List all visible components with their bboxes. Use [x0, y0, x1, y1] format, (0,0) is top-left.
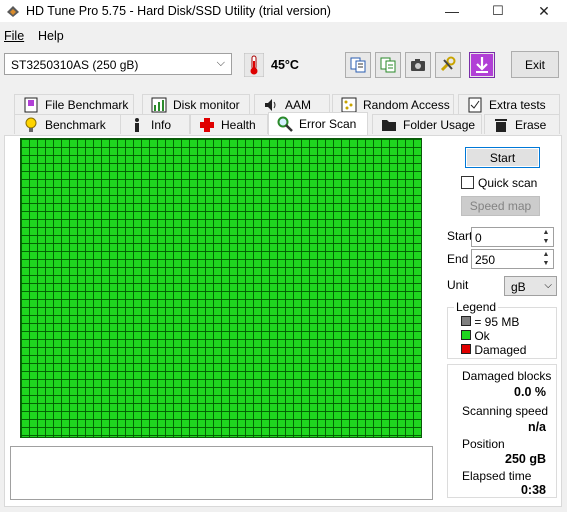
tab-error-scan[interactable]: Error Scan — [268, 112, 368, 136]
red-cross-icon — [199, 117, 215, 133]
start-value: 0 — [475, 231, 482, 245]
elapsed-time-value: 0:38 — [520, 483, 546, 497]
menu-file[interactable]: File — [4, 29, 24, 43]
legend-swatch — [461, 330, 471, 340]
position-label: Position — [462, 437, 505, 451]
damaged-blocks-value: 0.0 % — [514, 385, 546, 399]
legend-title: Legend — [456, 300, 497, 314]
scan-log — [10, 446, 433, 500]
close-button[interactable]: ✕ — [521, 0, 567, 22]
tab-info[interactable]: Info — [120, 114, 190, 134]
tab-label: AAM — [285, 97, 312, 112]
tab-label: Folder Usage — [403, 117, 476, 132]
thermometer-icon — [244, 53, 264, 77]
menu-help[interactable]: Help — [38, 29, 64, 43]
speaker-icon — [263, 97, 279, 113]
lightbulb-icon — [23, 117, 39, 133]
legend-item-ok: Ok — [461, 329, 490, 343]
extra-tests-icon — [467, 97, 483, 113]
speed-map-button[interactable]: Speed map — [461, 196, 540, 216]
tab-label: Disk monitor — [173, 97, 240, 112]
options-button[interactable] — [435, 52, 461, 78]
download-arrow-icon — [471, 54, 493, 76]
unit-value: gB — [511, 280, 526, 294]
copy-all-icon — [380, 57, 396, 73]
app-icon — [7, 6, 19, 17]
legend-label: = 95 MB — [474, 315, 520, 329]
tab-label: Random Access — [363, 97, 450, 112]
temperature-value: 45°C — [271, 58, 299, 72]
spin-down-icon[interactable]: ▼ — [539, 259, 553, 268]
copy-info-button[interactable] — [345, 52, 371, 78]
scanning-speed-value: n/a — [527, 420, 546, 434]
magnifier-icon — [277, 116, 293, 132]
legend-item-damaged: Damaged — [461, 343, 526, 357]
scanning-speed-label: Scanning speed — [462, 404, 549, 418]
spin-down-icon[interactable]: ▼ — [539, 237, 553, 246]
tab-extra-tests[interactable]: Extra tests — [458, 94, 560, 114]
maximize-button[interactable]: ☐ — [475, 0, 521, 22]
copy-icon — [350, 57, 366, 73]
tab-disk-monitor[interactable]: Disk monitor — [142, 94, 250, 114]
tab-random-access[interactable]: Random Access — [332, 94, 454, 114]
damaged-blocks-label: Damaged blocks — [462, 369, 552, 383]
legend-item-block-size: = 95 MB — [461, 315, 519, 329]
unit-select[interactable]: gB ⌵ — [504, 276, 557, 296]
position-value: 250 gB — [505, 452, 546, 466]
start-field-label: Start — [447, 229, 473, 243]
tab-label: Info — [151, 117, 172, 132]
tab-label: Error Scan — [299, 117, 357, 131]
tab-folder-usage[interactable]: Folder Usage — [372, 114, 482, 134]
tab-health[interactable]: Health — [190, 114, 268, 134]
camera-icon — [411, 59, 425, 71]
tab-file-benchmark[interactable]: File Benchmark — [14, 94, 134, 114]
tab-erase[interactable]: Erase — [484, 114, 560, 134]
exit-button[interactable]: Exit — [511, 51, 559, 78]
tab-label: Benchmark — [45, 117, 106, 132]
tab-benchmark[interactable]: Benchmark — [14, 114, 124, 134]
spin-up-icon[interactable]: ▲ — [539, 250, 553, 259]
info-icon — [129, 117, 145, 133]
start-spinbox[interactable]: 0 ▲ ▼ — [471, 227, 554, 247]
trash-icon — [493, 117, 509, 133]
tab-label: Health — [221, 117, 256, 132]
end-spinbox[interactable]: 250 ▲ ▼ — [471, 249, 554, 269]
window-title: HD Tune Pro 5.75 - Hard Disk/SSD Utility… — [26, 4, 331, 18]
unit-label: Unit — [447, 278, 469, 292]
random-access-icon — [341, 97, 357, 113]
copy-all-button[interactable] — [375, 52, 401, 78]
end-value: 250 — [475, 253, 496, 267]
scan-block-map — [20, 138, 422, 438]
start-button[interactable]: Start — [465, 147, 540, 168]
drive-select[interactable]: ST3250310AS (250 gB) ⌵ — [4, 53, 232, 75]
bar-chart-icon — [151, 97, 167, 113]
spin-up-icon[interactable]: ▲ — [539, 228, 553, 237]
save-button[interactable] — [469, 52, 495, 78]
folder-icon — [381, 117, 397, 133]
legend-label: Damaged — [474, 343, 527, 357]
elapsed-time-label: Elapsed time — [462, 469, 532, 483]
drive-select-value: ST3250310AS (250 gB) — [11, 58, 139, 72]
tab-label: Extra tests — [489, 97, 546, 112]
chevron-down-icon: ⌵ — [216, 57, 225, 69]
menu-file-label: File — [4, 29, 25, 43]
quick-scan-label: Quick scan — [478, 176, 538, 190]
tab-label: File Benchmark — [45, 97, 129, 112]
tab-aam[interactable]: AAM — [254, 94, 330, 114]
file-benchmark-icon — [23, 97, 39, 113]
end-field-label: End — [447, 252, 469, 266]
chevron-down-icon: ⌵ — [544, 280, 552, 291]
wrench-icon — [440, 56, 456, 72]
tab-label: Erase — [515, 117, 547, 132]
legend-swatch — [461, 344, 471, 354]
quick-scan-checkbox[interactable] — [461, 176, 474, 189]
legend-label: Ok — [474, 329, 490, 343]
minimize-button[interactable]: — — [429, 0, 475, 22]
screenshot-button[interactable] — [405, 52, 431, 78]
legend-swatch — [461, 316, 471, 326]
menu-help-label: Help — [38, 29, 64, 43]
